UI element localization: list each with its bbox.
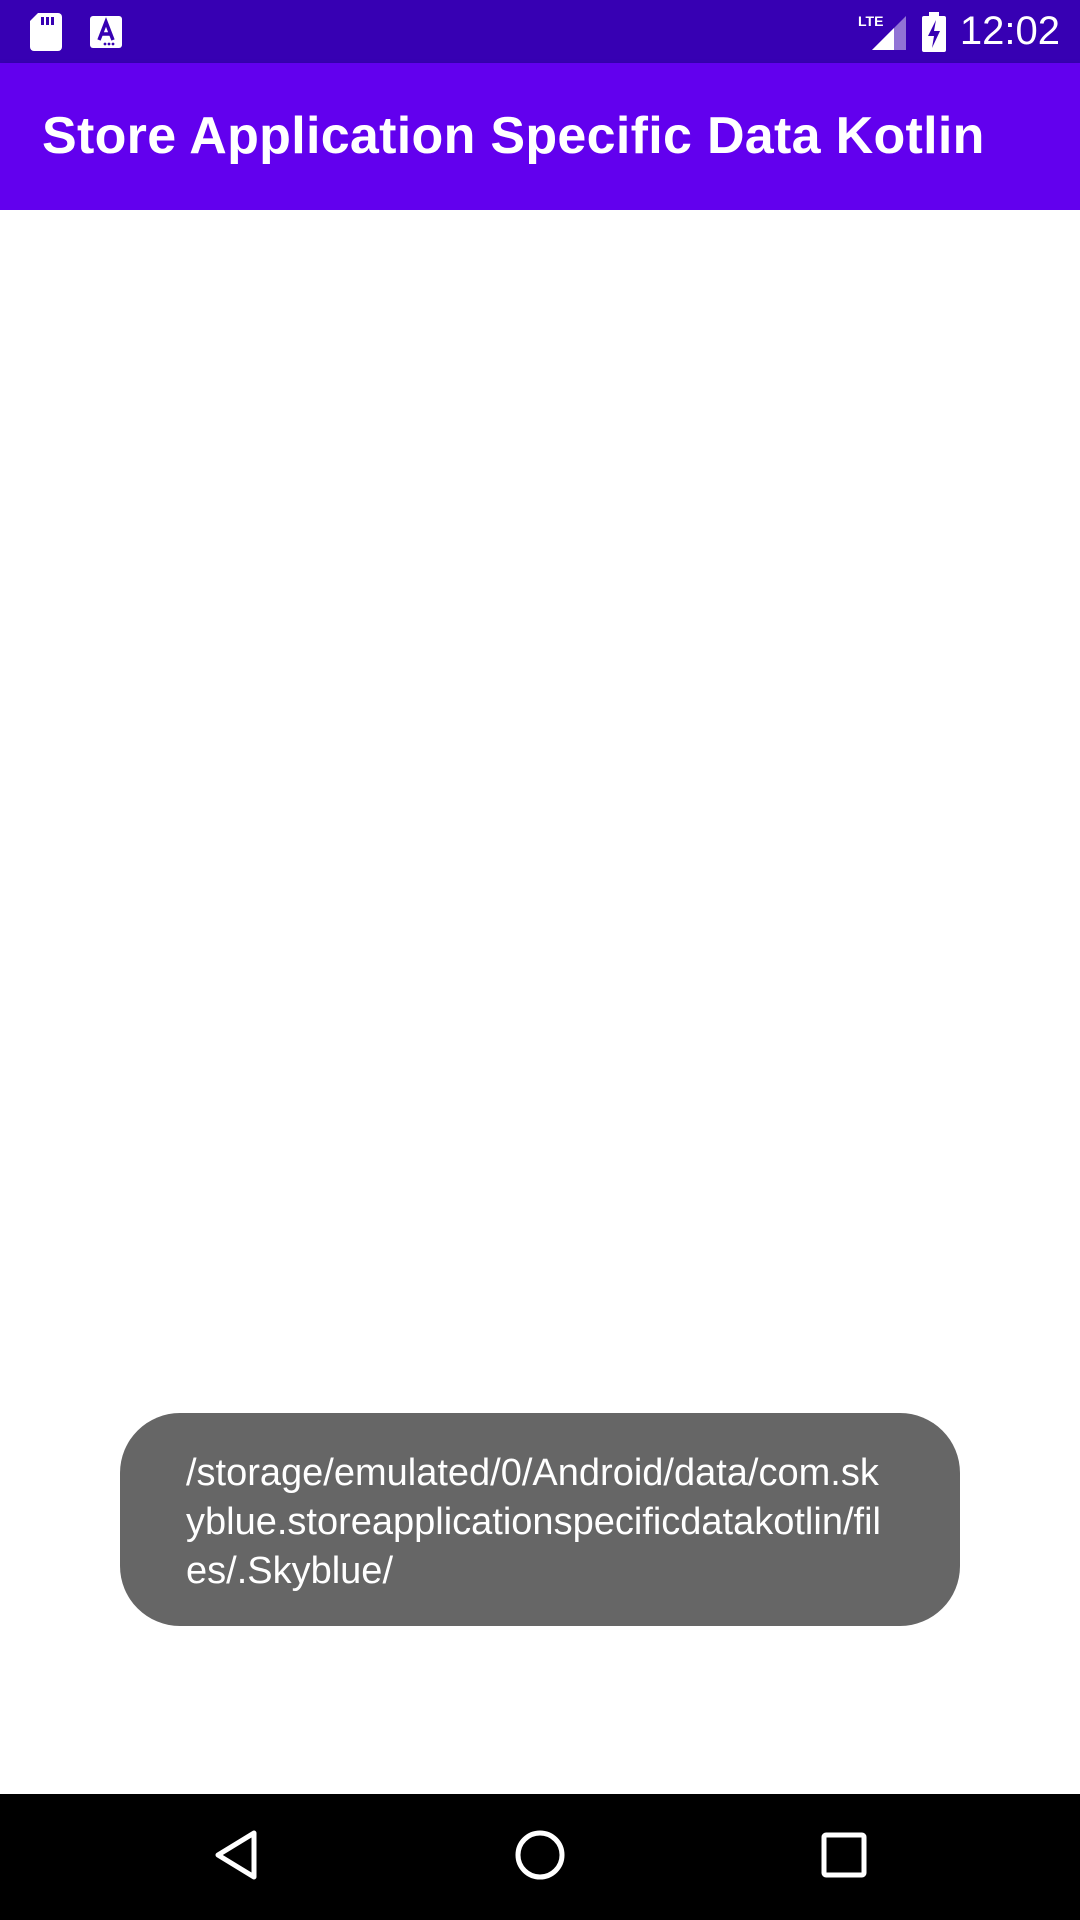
system-indicators: LTE 12:02 — [858, 0, 1060, 63]
recents-icon — [821, 1832, 867, 1883]
sd-card-icon — [30, 12, 62, 51]
app-title: Store Application Specific Data Kotlin — [42, 107, 985, 165]
svg-text:LTE: LTE — [858, 13, 883, 29]
recents-button[interactable] — [784, 1794, 904, 1920]
status-bar: LTE 12:02 — [0, 0, 1080, 63]
navigation-bar — [0, 1794, 1080, 1920]
battery-charging-icon — [921, 11, 946, 52]
toast-message: /storage/emulated/0/Android/data/com.sky… — [120, 1413, 960, 1626]
app-bar: Store Application Specific Data Kotlin — [0, 63, 1080, 210]
home-icon — [514, 1829, 566, 1886]
back-button[interactable] — [176, 1794, 296, 1920]
notification-icons — [30, 0, 122, 63]
clock: 12:02 — [959, 9, 1060, 53]
lte-signal-icon: LTE — [858, 12, 908, 52]
toast-text: /storage/emulated/0/Android/data/com.sky… — [186, 1452, 881, 1592]
back-icon — [212, 1829, 260, 1886]
text-accessibility-icon — [90, 15, 122, 48]
home-button[interactable] — [480, 1794, 600, 1920]
